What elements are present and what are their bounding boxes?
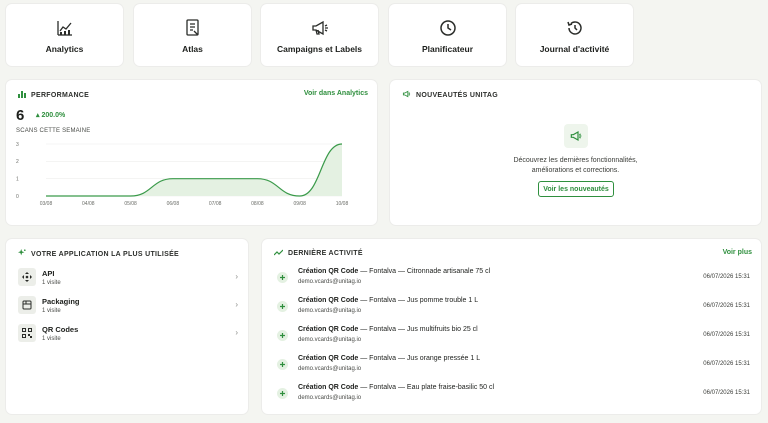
tile-planificateur[interactable]: Planificateur	[389, 4, 506, 66]
megaphone-icon	[564, 124, 588, 148]
apps-card: VOTRE APPLICATION LA PLUS UTILISÉE API 1…	[6, 239, 248, 414]
app-item-packaging[interactable]: Packaging 1 visite ›	[18, 293, 238, 317]
chevron-right-icon: ›	[235, 300, 238, 309]
activity-date: 06/07/2026 15:31	[703, 303, 750, 309]
x-tick-label: 07/08	[209, 201, 222, 207]
chevron-right-icon: ›	[235, 328, 238, 337]
tile-label: Atlas	[182, 44, 203, 54]
plus-circle-icon	[277, 272, 288, 283]
y-tick-label: 0	[16, 194, 19, 200]
tile-atlas[interactable]: Atlas	[134, 4, 251, 66]
app-name: Packaging	[42, 296, 80, 306]
history-icon	[565, 18, 585, 38]
analytics-icon	[55, 18, 75, 38]
activity-item[interactable]: Création QR Code — Fontalva — Jus pomme …	[274, 296, 754, 322]
tile-label: Planificateur	[421, 44, 474, 54]
series-area	[46, 144, 342, 196]
sparkle-icon	[18, 249, 26, 259]
x-tick-label: 03/08	[40, 201, 53, 207]
scan-count: 6	[16, 107, 25, 124]
y-tick-label: 3	[16, 142, 19, 148]
activity-date: 06/07/2026 15:31	[703, 274, 750, 280]
activity-card: DERNIÈRE ACTIVITÉ Voir plus Création QR …	[262, 239, 761, 414]
tile-campaigns[interactable]: Campaigns et Labels	[261, 4, 378, 66]
performance-card: PERFORMANCE Voir dans Analytics 6 ▴ 200.…	[6, 80, 377, 225]
activity-text: Création QR Code — Fontalva — Citronnade…	[298, 268, 491, 275]
tile-label: Journal d'activité	[539, 44, 610, 54]
activity-user: demo.vcards@unitag.io	[298, 337, 362, 343]
activity-user: demo.vcards@unitag.io	[298, 308, 362, 314]
performance-title: PERFORMANCE	[18, 90, 89, 100]
activity-date: 06/07/2026 15:31	[703, 332, 750, 338]
activity-user: demo.vcards@unitag.io	[298, 395, 362, 401]
apps-title: VOTRE APPLICATION LA PLUS UTILISÉE	[18, 249, 179, 259]
news-description: Découvrez les dernières fonctionnalités,…	[513, 157, 638, 174]
x-tick-label: 05/08	[124, 201, 137, 207]
qr-code-icon	[18, 324, 36, 342]
app-item-qr-codes[interactable]: QR Codes 1 visite ›	[18, 321, 238, 345]
activity-title: DERNIÈRE ACTIVITÉ	[273, 249, 363, 258]
move-icon	[18, 268, 36, 286]
activity-text: Création QR Code — Fontalva — Jus orange…	[298, 355, 481, 362]
view-more-link[interactable]: Voir plus	[723, 249, 752, 256]
activity-text: Création QR Code — Fontalva — Jus multif…	[298, 326, 478, 333]
tile-label: Analytics	[45, 44, 84, 54]
news-card: NOUVEAUTÉS UNITAG Découvrez les dernière…	[390, 80, 761, 225]
plus-circle-icon	[277, 388, 288, 399]
scans-chart: 0 1 2 3 03/08 04/08 05/08 06/08 07/08 08/08 09/08 1…	[16, 142, 349, 207]
app-visits: 1 visite	[42, 335, 61, 342]
plus-circle-icon	[277, 330, 288, 341]
view-news-button[interactable]: Voir les nouveautés	[538, 181, 614, 197]
plus-circle-icon	[277, 359, 288, 370]
app-item-api[interactable]: API 1 visite ›	[18, 265, 238, 289]
app-name: QR Codes	[42, 324, 79, 334]
trend-icon	[273, 249, 284, 258]
activity-text: Création QR Code — Fontalva — Jus pomme …	[298, 297, 479, 304]
chevron-right-icon: ›	[235, 272, 238, 281]
app-name: API	[42, 268, 55, 278]
y-tick-label: 2	[16, 159, 19, 165]
x-tick-label: 08/08	[251, 201, 264, 207]
activity-item[interactable]: Création QR Code — Fontalva — Eau plate …	[274, 383, 754, 409]
delta-value: 200.0%	[41, 112, 66, 119]
package-icon	[18, 296, 36, 314]
app-visits: 1 visite	[42, 307, 61, 314]
x-tick-label: 09/08	[293, 201, 306, 207]
activity-item[interactable]: Création QR Code — Fontalva — Jus orange…	[274, 354, 754, 380]
x-tick-label: 10/08	[336, 201, 349, 207]
app-visits: 1 visite	[42, 279, 61, 286]
activity-user: demo.vcards@unitag.io	[298, 366, 362, 372]
bar-chart-icon	[18, 90, 26, 100]
delta-badge: ▴ 200.0%	[36, 111, 65, 119]
tile-analytics[interactable]: Analytics	[6, 4, 123, 66]
megaphone-icon	[402, 90, 411, 100]
tile-label: Campaigns et Labels	[276, 44, 363, 54]
activity-user: demo.vcards@unitag.io	[298, 279, 362, 285]
activity-item[interactable]: Création QR Code — Fontalva — Citronnade…	[274, 267, 754, 293]
plus-circle-icon	[277, 301, 288, 312]
scans-label: SCANS CETTE SEMAINE	[16, 128, 91, 134]
activity-item[interactable]: Création QR Code — Fontalva — Jus multif…	[274, 325, 754, 351]
x-tick-label: 04/08	[82, 201, 95, 207]
tile-journal[interactable]: Journal d'activité	[516, 4, 633, 66]
megaphone-icon	[310, 18, 330, 38]
activity-date: 06/07/2026 15:31	[703, 390, 750, 396]
document-icon	[183, 18, 203, 38]
activity-text: Création QR Code — Fontalva — Eau plate …	[298, 384, 495, 391]
view-analytics-link[interactable]: Voir dans Analytics	[304, 90, 368, 97]
news-title: NOUVEAUTÉS UNITAG	[402, 90, 498, 100]
activity-date: 06/07/2026 15:31	[703, 361, 750, 367]
x-tick-label: 06/08	[167, 201, 180, 207]
clock-icon	[438, 18, 458, 38]
y-tick-label: 1	[16, 176, 19, 182]
